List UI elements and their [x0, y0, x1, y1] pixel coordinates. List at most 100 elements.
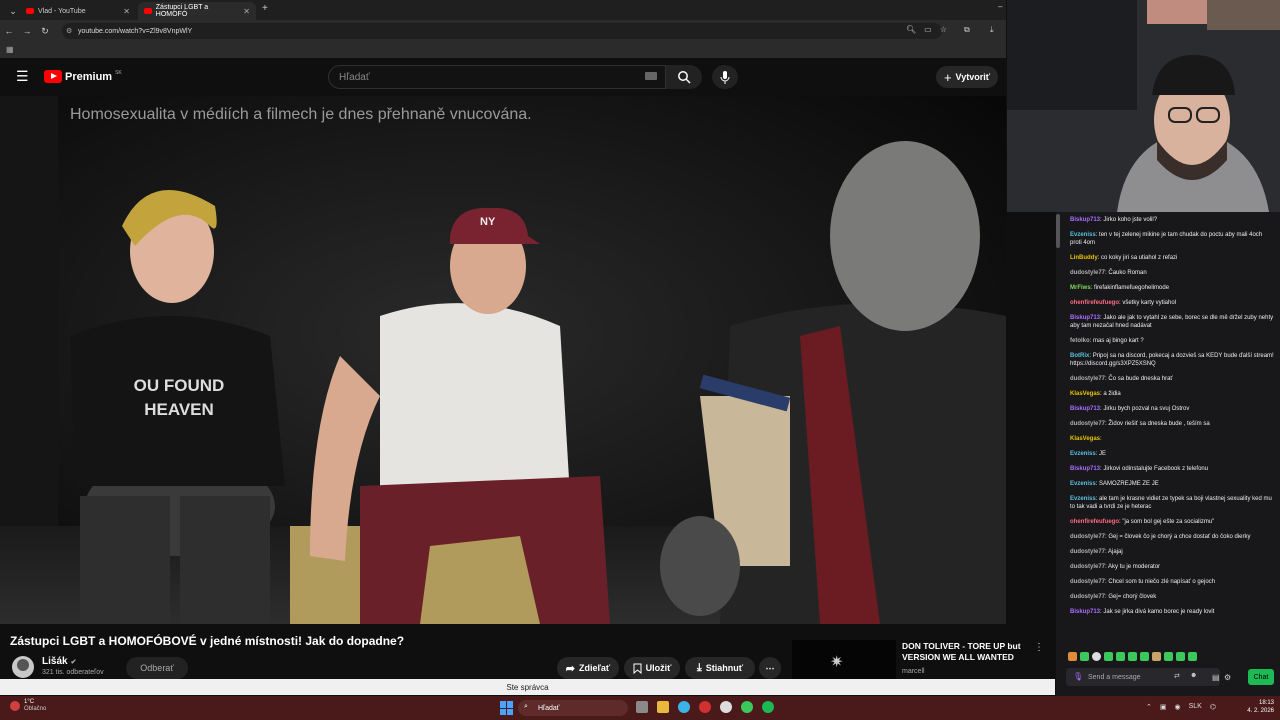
chat-input[interactable]: 🎙︎ Send a message ⇄ ☻: [1066, 668, 1220, 686]
channel-avatar[interactable]: [12, 656, 34, 678]
app-icon[interactable]: [720, 701, 732, 713]
emote-icon[interactable]: [1068, 652, 1077, 661]
emote-icon[interactable]: [1104, 652, 1113, 661]
chat-send-button[interactable]: Chat: [1248, 669, 1274, 685]
chat-username[interactable]: LinBuddy: [1070, 255, 1098, 261]
apps-grid-icon[interactable]: ▦: [6, 45, 14, 54]
shirt-print: OU FOUND HEAVEN: [124, 374, 234, 422]
file-explorer-icon[interactable]: [657, 701, 669, 713]
chat-username[interactable]: dudostyle77: [1070, 270, 1105, 276]
recommended-menu-icon[interactable]: ⋮: [1034, 642, 1044, 653]
chat-username[interactable]: Evzeniss: [1070, 232, 1096, 238]
translate-icon[interactable]: ⇄: [1174, 672, 1180, 680]
clock[interactable]: 18:13 4. 2. 2026: [1240, 699, 1274, 715]
extensions-icon[interactable]: ⧉: [964, 25, 970, 35]
new-tab-button[interactable]: +: [262, 3, 268, 14]
menu-icon[interactable]: ☰: [16, 69, 29, 83]
search-input[interactable]: Hľadať: [328, 65, 666, 89]
chat-username[interactable]: dudostyle77: [1070, 549, 1105, 555]
network-icon[interactable]: ⌬: [1210, 703, 1216, 711]
chat-menu-icon[interactable]: ▤: [1212, 673, 1220, 682]
chrome-icon[interactable]: [741, 701, 753, 713]
chat-username[interactable]: Biskup713: [1070, 217, 1100, 223]
voice-search-button[interactable]: [712, 65, 738, 89]
search-button[interactable]: [666, 65, 702, 89]
task-view-icon[interactable]: [636, 701, 648, 713]
tray-app-icon[interactable]: ◉: [1175, 703, 1181, 711]
chat-message: Biskup713: Jak se jirka divá kamo borec …: [1056, 608, 1280, 616]
chat-username[interactable]: ohenfirefeufuego: [1070, 300, 1119, 306]
chat-username[interactable]: MrFiws: [1070, 285, 1091, 291]
chat-username[interactable]: dudostyle77: [1070, 594, 1105, 600]
youtube-logo[interactable]: Premium SK: [44, 70, 122, 83]
video-player[interactable]: Homosexualita v médiích a filmech je dne…: [0, 96, 1006, 624]
keyboard-language[interactable]: SLK: [1189, 703, 1202, 711]
subscribe-button[interactable]: Odberať: [126, 657, 188, 679]
tab-vlad[interactable]: Vlad - YouTube ✕: [20, 2, 136, 20]
emote-icon[interactable]: [1116, 652, 1125, 661]
emote-icon[interactable]: [1188, 652, 1197, 661]
share-button[interactable]: ➦ Zdieľať: [557, 657, 619, 679]
emote-icon[interactable]: [1092, 652, 1101, 661]
start-button[interactable]: [500, 701, 514, 715]
emoji-icon[interactable]: ☻: [1190, 672, 1197, 679]
minimize-icon[interactable]: –: [998, 2, 1002, 11]
chat-username[interactable]: Evzeniss: [1070, 481, 1096, 487]
channel-name-wrap[interactable]: Lišák ✔: [42, 656, 76, 667]
more-actions-button[interactable]: ⋯: [759, 657, 781, 679]
chat-username[interactable]: BotRix: [1070, 353, 1089, 359]
tray-app-icon[interactable]: ▣: [1160, 703, 1167, 711]
chat-username[interactable]: fetolko: [1070, 338, 1090, 344]
chat-username[interactable]: dudostyle77: [1070, 564, 1105, 570]
url-field[interactable]: ⚙ youtube.com/watch?v=Zl9v8VnpWlY: [62, 23, 942, 39]
chat-username[interactable]: dudostyle77: [1070, 579, 1105, 585]
emote-icon[interactable]: [1164, 652, 1173, 661]
recommended-title[interactable]: DON TOLIVER - TORE UP but VERSION WE ALL…: [902, 641, 1027, 663]
weather-widget[interactable]: 1°C Oblačno: [10, 699, 46, 713]
chat-username[interactable]: Evzeniss: [1070, 451, 1096, 457]
emote-icon[interactable]: [1080, 652, 1089, 661]
verified-icon: ✔: [70, 658, 77, 666]
emote-icon[interactable]: [1176, 652, 1185, 661]
reload-icon[interactable]: ↻: [36, 22, 54, 40]
cast-icon[interactable]: ▭: [924, 25, 932, 34]
create-button[interactable]: + Vytvoriť: [936, 66, 998, 88]
keyboard-icon[interactable]: [645, 72, 657, 80]
chat-username[interactable]: Evzeniss: [1070, 496, 1096, 502]
site-info-icon[interactable]: ⚙: [66, 27, 72, 35]
chat-username[interactable]: dudostyle77: [1070, 376, 1105, 382]
chat-username[interactable]: dudostyle77: [1070, 534, 1105, 540]
chat-username[interactable]: Biskup713: [1070, 609, 1100, 615]
app-icon[interactable]: [699, 701, 711, 713]
chat-settings-icon[interactable]: ⚙: [1224, 673, 1231, 682]
chat-username[interactable]: Biskup713: [1070, 466, 1100, 472]
chat-username[interactable]: dudostyle77: [1070, 421, 1105, 427]
emote-icon[interactable]: [1128, 652, 1137, 661]
zoom-icon[interactable]: 🔍︎: [906, 25, 916, 34]
chat-message: dudostyle77: Chcel som tu niečo zlé napí…: [1056, 578, 1280, 586]
chat-username[interactable]: KlasVegas: [1070, 436, 1100, 442]
tab-active[interactable]: Zástupci LGBT a HOMOFÓ ✕: [138, 2, 256, 20]
emote-icon[interactable]: [1140, 652, 1149, 661]
close-tab-icon[interactable]: ✕: [243, 7, 250, 16]
close-tab-icon[interactable]: ✕: [123, 7, 130, 16]
chat-username[interactable]: ohenfirefeufuego: [1070, 519, 1119, 525]
recommended-thumbnail[interactable]: ✷: [792, 640, 896, 680]
spotify-icon[interactable]: [762, 701, 774, 713]
download-button[interactable]: ⤓ Stiahnuť: [685, 657, 755, 679]
emote-icon[interactable]: [1152, 652, 1161, 661]
bookmark-star-icon[interactable]: ☆: [940, 25, 947, 34]
chat-username[interactable]: KlasVegas: [1070, 391, 1100, 397]
taskbar-search[interactable]: ⌕ Hľadať: [518, 700, 628, 716]
chat-username[interactable]: Biskup713: [1070, 315, 1100, 321]
back-icon[interactable]: ←: [0, 22, 18, 40]
weather-icon: [10, 701, 20, 711]
search-placeholder: Hľadať: [339, 71, 370, 83]
download-icon[interactable]: ⤓: [990, 25, 994, 35]
edge-icon[interactable]: [678, 701, 690, 713]
save-button[interactable]: Uložiť: [624, 657, 680, 679]
chat-username[interactable]: Biskup713: [1070, 406, 1100, 412]
tray-chevron-icon[interactable]: ⌃: [1146, 703, 1152, 711]
microphone-icon[interactable]: 🎙︎: [1073, 672, 1083, 681]
forward-icon[interactable]: →: [18, 22, 36, 40]
